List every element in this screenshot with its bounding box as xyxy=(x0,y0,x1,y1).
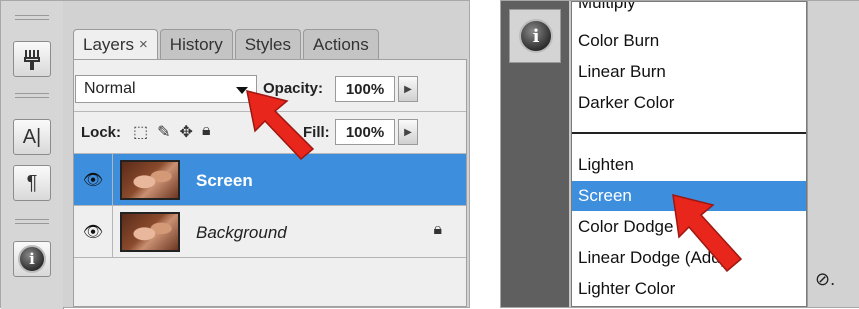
panel-tabs: Layers × History Styles Actions xyxy=(73,29,381,59)
blend-mode-menu-screenshot: i Multiply Color Burn Linear Burn Darker… xyxy=(500,0,859,308)
menu-item-label: Color Dodge xyxy=(578,217,674,236)
tab-label: Styles xyxy=(244,34,291,54)
layer-row-background[interactable]: 👁︎ Background 🔒︎ xyxy=(74,206,466,258)
tab-label: Layers xyxy=(83,34,135,54)
dock-grip[interactable] xyxy=(15,219,49,224)
tab-label: Actions xyxy=(313,34,369,54)
info-button[interactable]: i xyxy=(509,9,561,63)
layer-name[interactable]: Screen xyxy=(196,171,253,191)
tab-label: History xyxy=(169,34,223,54)
info-glyph: i xyxy=(532,25,540,47)
menu-item-label: Linear Burn xyxy=(578,62,666,81)
lock-options: ⬚ ✎ ✥ 🔒︎ xyxy=(133,122,210,142)
menu-item-label: Lighten xyxy=(578,155,634,174)
paragraph-icon[interactable]: ¶ xyxy=(13,165,51,201)
menu-item-label: Multiply xyxy=(578,1,636,12)
panel-edge xyxy=(807,1,859,307)
layer-name[interactable]: Background xyxy=(196,223,287,243)
menu-item-multiply[interactable]: Multiply xyxy=(572,1,806,18)
panel-dock-strip: A| ¶ i xyxy=(1,1,64,309)
tab-styles[interactable]: Styles xyxy=(234,29,301,59)
tab-layers[interactable]: Layers × xyxy=(73,29,158,59)
info-icon[interactable]: i xyxy=(519,19,553,53)
panel-dock-strip: i xyxy=(501,1,569,307)
layer-thumbnail xyxy=(120,160,180,200)
paragraph-glyph: ¶ xyxy=(26,171,38,194)
menu-separator xyxy=(572,132,806,134)
eye-icon[interactable]: 👁︎ xyxy=(74,206,113,257)
menu-item-label: Color Burn xyxy=(578,31,660,50)
lock-image-pixels-icon[interactable]: ✎ xyxy=(157,122,170,142)
menu-item-label: Screen xyxy=(578,186,632,205)
brush-presets-icon[interactable] xyxy=(13,41,51,77)
eye-icon[interactable]: 👁︎ xyxy=(74,154,113,205)
dock-grip[interactable] xyxy=(15,15,49,20)
fx-icon[interactable]: ⊘. xyxy=(815,269,835,290)
blend-mode-select[interactable]: Normal xyxy=(75,75,257,103)
blend-mode-value: Normal xyxy=(84,80,136,97)
red-arrow-annotation xyxy=(672,194,743,273)
lock-transparent-pixels-icon[interactable]: ⬚ xyxy=(133,122,148,142)
menu-item-label: Darker Color xyxy=(578,93,675,112)
menu-item-label: Lighter Color xyxy=(578,279,676,298)
info-icon[interactable]: i xyxy=(13,241,51,277)
tab-history[interactable]: History xyxy=(159,29,233,59)
red-arrow-annotation xyxy=(246,89,315,161)
layer-thumbnail xyxy=(120,212,180,252)
menu-item-darker-color[interactable]: Darker Color xyxy=(572,88,806,118)
dock-grip[interactable] xyxy=(15,93,49,98)
lock-all-icon[interactable]: 🔒︎ xyxy=(202,122,211,142)
lock-position-icon[interactable]: ✥ xyxy=(180,122,193,142)
fill-slider-button[interactable]: ▶ xyxy=(398,119,418,145)
menu-item-lighten[interactable]: Lighten xyxy=(572,150,806,180)
info-glyph: i xyxy=(29,250,35,268)
character-glyph: A| xyxy=(22,125,42,148)
menu-item-linear-burn[interactable]: Linear Burn xyxy=(572,57,806,87)
layers-panel-screenshot: A| ¶ i Layers × History Styles Actions N… xyxy=(0,0,470,309)
opacity-input[interactable]: 100% xyxy=(335,76,395,102)
fill-input[interactable]: 100% xyxy=(335,119,395,145)
character-icon[interactable]: A| xyxy=(13,119,51,155)
close-icon[interactable]: × xyxy=(139,36,148,53)
opacity-slider-button[interactable]: ▶ xyxy=(398,76,418,102)
tab-actions[interactable]: Actions xyxy=(303,29,379,59)
lock-label: Lock: xyxy=(81,124,122,141)
lock-icon: 🔒︎ xyxy=(433,221,442,238)
menu-item-color-burn[interactable]: Color Burn xyxy=(572,26,806,56)
